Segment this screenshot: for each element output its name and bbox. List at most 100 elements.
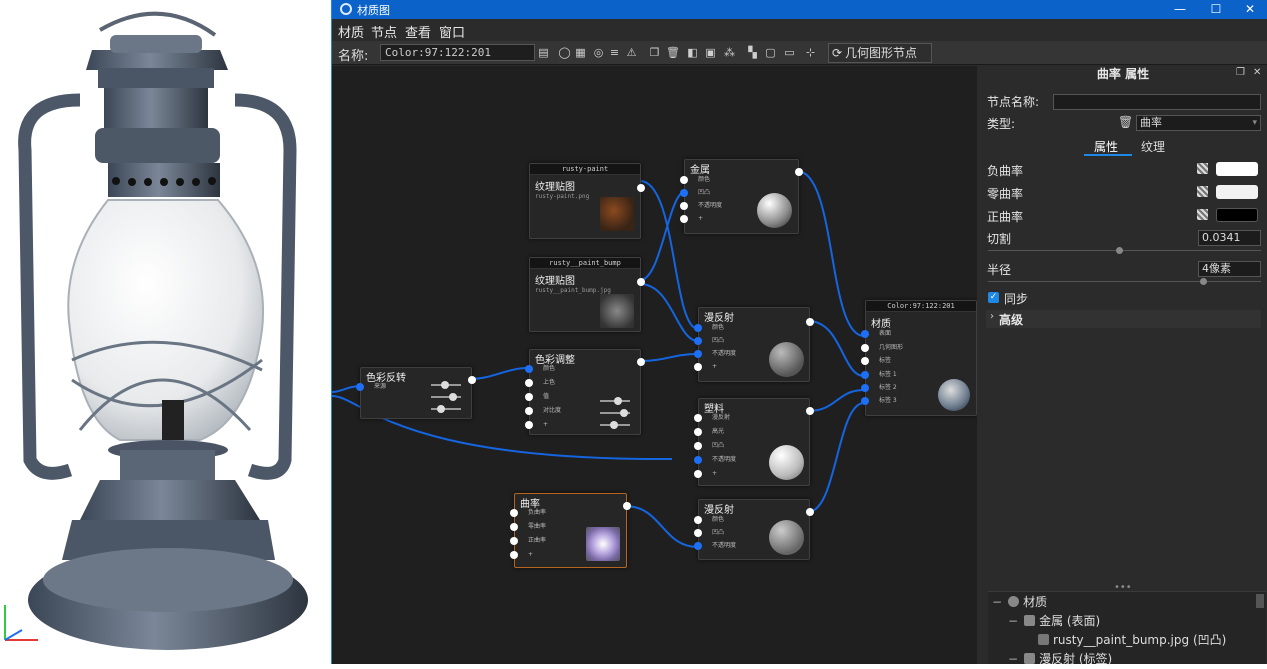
zero-curvature-color[interactable] xyxy=(1216,185,1258,199)
output-port[interactable] xyxy=(468,376,476,384)
port-opacity[interactable]: 不透明度 xyxy=(694,455,736,465)
menu-node[interactable]: 节点 xyxy=(371,22,397,41)
port-label-3[interactable]: 标签 3 xyxy=(861,396,897,406)
radius-value-field[interactable]: 4像素 xyxy=(1198,261,1261,277)
port-dot[interactable] xyxy=(861,344,869,352)
maximize-button[interactable]: ☐ xyxy=(1200,0,1232,19)
sphere-icon[interactable]: ◯ xyxy=(558,46,571,59)
output-port[interactable] xyxy=(637,358,645,366)
port-source[interactable]: 来源 xyxy=(356,382,386,392)
port-specular[interactable]: 高光 xyxy=(694,427,724,437)
port-dot[interactable] xyxy=(680,202,688,210)
sync-checkbox[interactable]: ✓ xyxy=(988,292,999,303)
port-dot[interactable] xyxy=(861,330,869,338)
node-texture-rusty-paint[interactable]: rusty-paint 纹理贴图 rusty-paint.png xyxy=(529,163,645,239)
node-texture-rusty-bump[interactable]: rusty__paint_bump 纹理贴图 rusty__paint_bump… xyxy=(529,257,645,332)
warning-icon[interactable]: ⚠ xyxy=(625,46,638,59)
port-value[interactable]: 值 xyxy=(525,392,549,402)
tree-item-metal[interactable]: − 金属 (表面) xyxy=(1008,612,1100,631)
cut-slider[interactable] xyxy=(988,247,1261,254)
node-diffuse[interactable]: 漫反射 颜色 凹凸 不透明度 + xyxy=(694,307,814,382)
port-dot[interactable] xyxy=(861,357,869,365)
port-color[interactable]: 颜色 xyxy=(694,515,724,525)
tree-item-material[interactable]: − 材质 xyxy=(992,593,1047,612)
port-dot[interactable] xyxy=(861,384,869,392)
dots-icon[interactable]: ⁂ xyxy=(723,46,736,59)
menu-window[interactable]: 窗口 xyxy=(439,22,465,41)
port-dot[interactable] xyxy=(680,189,688,197)
port-dot[interactable] xyxy=(694,414,702,422)
port-zero[interactable]: 零曲率 xyxy=(510,522,546,532)
save-icon[interactable]: ▤ xyxy=(537,46,550,59)
port-positive[interactable]: 正曲率 xyxy=(510,536,546,546)
port-dot[interactable] xyxy=(525,407,533,415)
node-curvature[interactable]: 曲率 负曲率 零曲率 正曲率 + xyxy=(510,493,631,568)
node-graph-canvas[interactable]: rusty-paint 纹理贴图 rusty-paint.png rusty__… xyxy=(332,66,977,664)
output-port[interactable] xyxy=(806,508,814,516)
port-color[interactable]: 颜色 xyxy=(680,175,710,185)
port-add[interactable]: + xyxy=(694,469,717,479)
delete-icon[interactable]: 🗑 xyxy=(666,46,680,59)
port-bump[interactable]: 凹凸 xyxy=(694,528,724,538)
port-bump[interactable]: 凹凸 xyxy=(694,336,724,346)
port-dot[interactable] xyxy=(694,542,702,550)
port-dot[interactable] xyxy=(694,350,702,358)
3d-viewport[interactable] xyxy=(0,0,331,664)
tree-scrollbar[interactable] xyxy=(1256,594,1264,608)
port-geometry[interactable]: 几何图形 xyxy=(861,343,903,353)
node-color-adjust[interactable]: 色彩调整 颜色 上色 值 对比度 + xyxy=(525,349,645,435)
port-opacity[interactable]: 不透明度 xyxy=(694,349,736,359)
node-name-input[interactable] xyxy=(1053,94,1261,110)
port-add[interactable]: + xyxy=(510,550,533,560)
float-icon[interactable]: ❐ xyxy=(1236,67,1245,78)
port-bump[interactable]: 凹凸 xyxy=(694,441,724,451)
texture-toggle-icon[interactable] xyxy=(1197,163,1208,174)
texture-toggle-icon[interactable] xyxy=(1197,186,1208,197)
port-dot[interactable] xyxy=(694,337,702,345)
image-icon[interactable]: ▭ xyxy=(783,46,796,59)
port-dot[interactable] xyxy=(525,379,533,387)
port-contrast[interactable]: 对比度 xyxy=(525,406,561,416)
port-dot[interactable] xyxy=(861,397,869,405)
menu-material[interactable]: 材质 xyxy=(338,22,364,41)
grid-icon[interactable]: ▦ xyxy=(574,46,587,59)
port-negative[interactable]: 负曲率 xyxy=(510,508,546,518)
panel-close-icon[interactable]: ✕ xyxy=(1253,67,1261,78)
port-dot[interactable] xyxy=(694,529,702,537)
trash-icon[interactable]: 🗑 xyxy=(1118,115,1133,129)
port-add[interactable]: + xyxy=(525,420,548,430)
port-tint[interactable]: 上色 xyxy=(525,378,555,388)
port-surface[interactable]: 表面 xyxy=(861,329,891,339)
port-color[interactable]: 颜色 xyxy=(694,323,724,333)
minimize-button[interactable]: — xyxy=(1164,0,1196,19)
port-bump[interactable]: 凹凸 xyxy=(680,188,710,198)
advanced-section[interactable]: › 高级 xyxy=(986,310,1261,328)
texture-toggle-icon[interactable] xyxy=(1197,209,1208,220)
node-metal[interactable]: 金属 颜色 凹凸 不透明度 + xyxy=(680,159,803,234)
frame-icon[interactable]: ▢ xyxy=(764,46,777,59)
node-diffuse-2[interactable]: 漫反射 颜色 凹凸 不透明度 xyxy=(694,499,814,560)
port-dot[interactable] xyxy=(694,470,702,478)
node-color-invert[interactable]: 色彩反转 来源 xyxy=(356,367,476,419)
radius-slider[interactable] xyxy=(988,278,1261,285)
port-dot[interactable] xyxy=(525,421,533,429)
layers-icon[interactable]: ◧ xyxy=(686,46,699,59)
arrange-icon[interactable]: ▣ xyxy=(704,46,717,59)
output-port[interactable] xyxy=(806,318,814,326)
port-dot[interactable] xyxy=(510,509,518,517)
port-dot[interactable] xyxy=(694,363,702,371)
tree-item-bump[interactable]: rusty__paint_bump.jpg (凹凸) xyxy=(1038,631,1226,650)
port-label-0[interactable]: 标签 xyxy=(861,356,891,366)
output-port[interactable] xyxy=(637,184,645,192)
node-plastic[interactable]: 塑料 漫反射 高光 凹凸 不透明度 + xyxy=(694,398,814,486)
reset-icon[interactable]: ◎ xyxy=(592,46,605,59)
copy-icon[interactable]: ❐ xyxy=(648,46,661,59)
align-icon[interactable]: ≡ xyxy=(608,46,621,59)
port-dot[interactable] xyxy=(694,516,702,524)
output-port[interactable] xyxy=(637,278,645,286)
tab-texture[interactable]: 纹理 xyxy=(1141,138,1165,155)
port-dot[interactable] xyxy=(694,456,702,464)
type-select[interactable]: 曲率 ▾ xyxy=(1136,115,1261,131)
tab-properties[interactable]: 属性 xyxy=(1094,138,1118,155)
port-dot[interactable] xyxy=(680,176,688,184)
